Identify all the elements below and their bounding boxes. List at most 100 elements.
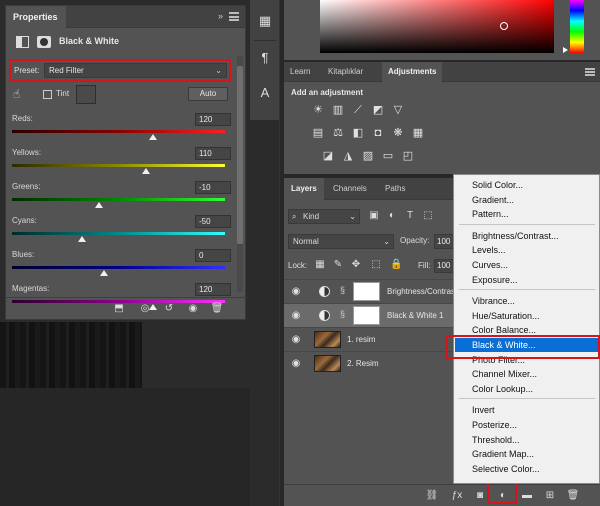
hue-slider[interactable] <box>570 0 584 53</box>
fx-icon[interactable]: ƒx <box>450 489 464 502</box>
invert-icon[interactable]: ◪ <box>321 150 335 163</box>
filter-type-icon[interactable]: T <box>404 209 416 222</box>
slider-value-input[interactable]: 0 <box>195 249 231 262</box>
black-white-icon[interactable]: ◧ <box>351 127 365 140</box>
slider-track[interactable] <box>12 198 225 201</box>
levels-icon[interactable]: ▥ <box>331 104 345 117</box>
visibility-eye-icon[interactable]: ◉ <box>290 358 302 370</box>
visibility-eye-icon[interactable]: ◉ <box>290 334 302 346</box>
slider-value-input[interactable]: -50 <box>195 215 231 228</box>
lock-transparent-icon[interactable]: ▦ <box>314 259 326 271</box>
tab-layers[interactable]: Layers <box>284 178 324 200</box>
slider-value-input[interactable]: 120 <box>195 113 231 126</box>
vibrance-icon[interactable]: ▽ <box>391 104 405 117</box>
selective-color-icon[interactable]: ◰ <box>401 150 415 163</box>
menu-item[interactable]: Curves... <box>455 258 598 272</box>
filter-kind-select[interactable]: ⌕ Kind ⌄ <box>288 209 360 224</box>
collapse-icon[interactable]: » <box>218 11 223 21</box>
color-field[interactable] <box>320 0 554 53</box>
color-lookup-icon[interactable]: ▦ <box>411 127 425 140</box>
scrollbar-thumb[interactable] <box>237 66 243 244</box>
menu-item[interactable]: Hue/Saturation... <box>455 309 598 323</box>
menu-item[interactable]: Vibrance... <box>455 294 598 308</box>
slider-value-input[interactable]: 120 <box>195 283 231 296</box>
clip-to-layer-icon[interactable]: ⬒ <box>112 302 126 315</box>
slider-track[interactable] <box>12 232 225 235</box>
targeted-adjustment-hand-icon[interactable]: ☝ <box>13 86 29 102</box>
new-group-icon[interactable]: ▬ <box>520 489 534 502</box>
layer-mask-thumbnail[interactable] <box>353 306 380 325</box>
preset-select[interactable]: Red Filter ⌄ <box>44 63 227 78</box>
view-previous-icon[interactable]: ◎ <box>138 302 152 315</box>
lock-image-icon[interactable]: ✎ <box>332 259 344 271</box>
menu-item[interactable]: Solid Color... <box>455 178 598 192</box>
link-layers-icon[interactable]: ⛓ <box>425 489 439 502</box>
slider-value-input[interactable]: 110 <box>195 147 231 160</box>
fill-input[interactable]: 100 <box>434 259 454 273</box>
visibility-eye-icon[interactable]: ◉ <box>290 310 302 322</box>
tint-color-swatch[interactable] <box>76 85 96 104</box>
lock-position-icon[interactable]: ✥ <box>350 259 362 271</box>
menu-item[interactable]: Invert <box>455 403 598 417</box>
hue-saturation-icon[interactable]: ▤ <box>311 127 325 140</box>
tab-channels[interactable]: Channels <box>326 178 374 200</box>
filter-pixel-icon[interactable]: ▣ <box>368 209 380 222</box>
slider-thumb[interactable] <box>142 168 151 174</box>
slider-value-input[interactable]: -10 <box>195 181 231 194</box>
blend-mode-select[interactable]: Normal ⌄ <box>288 234 394 249</box>
tab-libraries[interactable]: Kitaplıklar <box>322 62 369 82</box>
brightness-contrast-icon[interactable]: ☀ <box>311 104 325 117</box>
channel-mixer-icon[interactable]: ❋ <box>391 127 405 140</box>
menu-item[interactable]: Channel Mixer... <box>455 367 598 381</box>
slider-thumb[interactable] <box>95 202 104 208</box>
new-layer-icon[interactable]: ⊞ <box>543 489 557 502</box>
paragraph-icon[interactable]: ¶ <box>256 49 274 67</box>
filter-adjustment-icon[interactable]: ◐ <box>386 209 398 222</box>
exposure-icon[interactable]: ◩ <box>371 104 385 117</box>
tab-adjustments[interactable]: Adjustments <box>382 62 443 82</box>
link-icon[interactable]: § <box>340 309 345 319</box>
slider-thumb[interactable] <box>78 236 87 242</box>
black-white-adjustment-icon[interactable] <box>16 36 29 48</box>
menu-item[interactable]: Brightness/Contrast... <box>455 229 598 243</box>
tint-checkbox[interactable] <box>43 90 52 99</box>
tab-paths[interactable]: Paths <box>378 178 412 200</box>
layer-mask-icon[interactable] <box>37 36 51 48</box>
link-icon[interactable]: § <box>340 285 345 295</box>
menu-item[interactable]: Exposure... <box>455 273 598 287</box>
menu-item[interactable]: Pattern... <box>455 207 598 221</box>
tab-properties[interactable]: Properties <box>6 6 66 28</box>
menu-item[interactable]: Levels... <box>455 243 598 257</box>
slider-track[interactable] <box>12 130 225 133</box>
slider-thumb[interactable] <box>99 270 108 276</box>
threshold-icon[interactable]: ▨ <box>361 150 375 163</box>
menu-item[interactable]: Selective Color... <box>455 462 598 476</box>
slider-thumb[interactable] <box>148 134 157 140</box>
menu-item[interactable]: Gradient Map... <box>455 447 598 461</box>
menu-item[interactable]: Threshold... <box>455 433 598 447</box>
character-icon[interactable]: A <box>256 84 274 102</box>
color-picker-circle[interactable] <box>500 22 508 30</box>
menu-item[interactable]: Gradient... <box>455 193 598 207</box>
layer-mask-thumbnail[interactable] <box>353 282 380 301</box>
tab-learn[interactable]: Learn <box>284 62 316 82</box>
lock-all-icon[interactable]: 🔒 <box>390 259 402 271</box>
trash-icon[interactable]: 🗑 <box>210 302 224 315</box>
color-balance-icon[interactable]: ⚖ <box>331 127 345 140</box>
opacity-input[interactable]: 100 <box>434 234 454 249</box>
lock-artboard-icon[interactable]: ⬚ <box>370 259 382 271</box>
curves-icon[interactable]: ⟋ <box>351 104 365 117</box>
trash-icon[interactable]: 🗑 <box>566 489 580 502</box>
hue-slider-arrow[interactable] <box>563 47 568 53</box>
add-mask-icon[interactable]: ◙ <box>473 489 487 502</box>
libraries-icon[interactable]: ▦ <box>256 12 274 30</box>
panel-menu-icon[interactable] <box>229 12 239 21</box>
properties-scrollbar[interactable] <box>237 56 243 292</box>
menu-item[interactable]: Posterize... <box>455 418 598 432</box>
filter-shape-icon[interactable]: ⬚ <box>422 209 434 222</box>
auto-button[interactable]: Auto <box>188 87 228 101</box>
slider-track[interactable] <box>12 266 225 269</box>
photo-filter-icon[interactable]: ◘ <box>371 127 385 140</box>
gradient-map-icon[interactable]: ▭ <box>381 150 395 163</box>
menu-item[interactable]: Color Lookup... <box>455 382 598 396</box>
